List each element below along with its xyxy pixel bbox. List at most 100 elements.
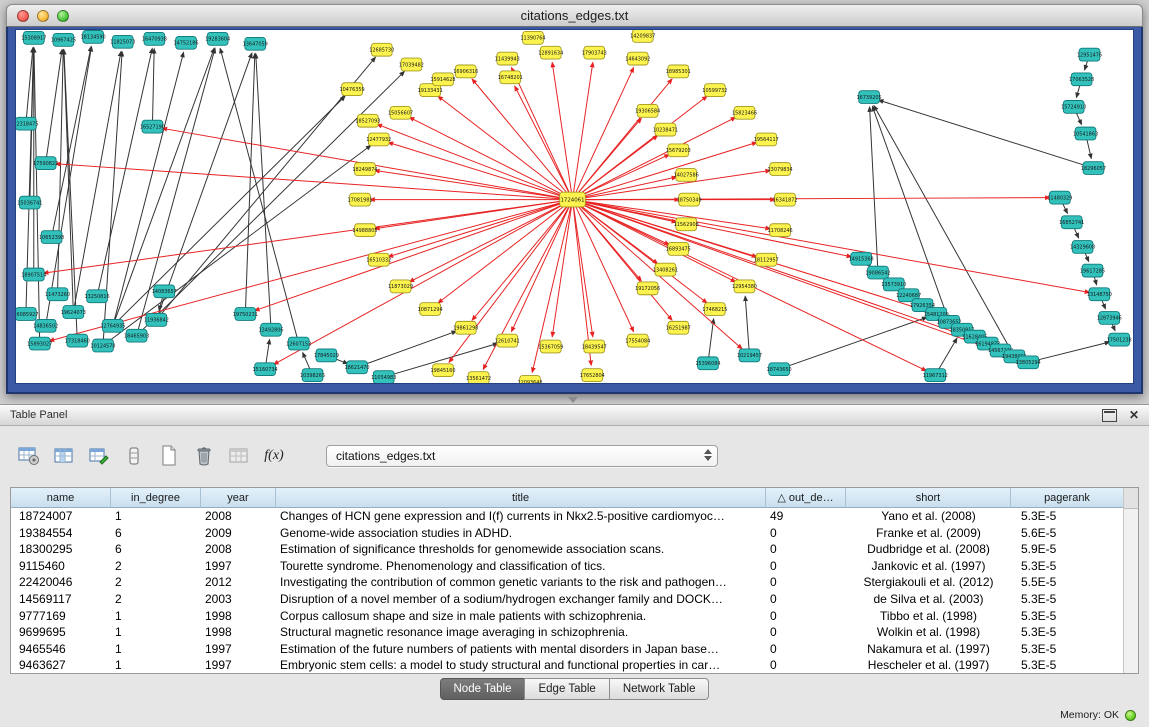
svg-text:16893475: 16893475 <box>666 247 691 253</box>
table-row[interactable]: 911546021997Tourette syndrome. Phenomeno… <box>11 558 1124 575</box>
svg-text:17081981: 17081981 <box>347 197 372 203</box>
svg-text:12610741: 12610741 <box>495 338 520 344</box>
table-cell: 9699695 <box>11 624 111 641</box>
table-row[interactable]: 969969511998Structural magnetic resonanc… <box>11 624 1124 641</box>
svg-text:12685730: 12685730 <box>369 48 394 54</box>
table-cell: de Silva et al. (2003) <box>846 591 1011 608</box>
function-builder-icon[interactable]: f(x) <box>261 443 287 469</box>
import-table-icon[interactable] <box>226 443 252 469</box>
svg-text:14083657: 14083657 <box>152 289 177 295</box>
column-header[interactable]: short <box>846 488 1011 508</box>
table-row[interactable]: 946362711997Embryonic stem cells: a mode… <box>11 657 1124 674</box>
table-row[interactable]: 946554611997Estimation of the future num… <box>11 641 1124 658</box>
svg-text:13647059: 13647059 <box>243 42 268 48</box>
delete-icon[interactable] <box>191 443 217 469</box>
table-panel: Table Panel ✕ <box>0 404 1149 727</box>
memory-status-indicator <box>1125 710 1136 721</box>
network-canvas[interactable]: 1724061162519871755408418439547153670591… <box>15 29 1134 384</box>
table-cell: 5.9E-5 <box>1011 541 1124 558</box>
svg-text:12318475: 12318475 <box>15 121 38 127</box>
table-row[interactable]: 977716911998Corpus callosum shape and si… <box>11 608 1124 625</box>
table-cell: Hescheler et al. (1997) <box>846 657 1011 674</box>
table-cell: Investigating the contribution of common… <box>276 574 766 591</box>
svg-text:18296057: 18296057 <box>1081 166 1106 172</box>
table-cell: 6 <box>111 541 201 558</box>
column-header[interactable]: year <box>201 488 276 508</box>
svg-text:17554084: 17554084 <box>625 338 650 344</box>
table-cell: 0 <box>766 608 846 625</box>
table-cell: Dudbridge et al. (2008) <box>846 541 1011 558</box>
svg-text:13250816: 13250816 <box>85 294 110 300</box>
column-header[interactable]: pagerank <box>1011 488 1124 508</box>
table-cell: 5.3E-5 <box>1011 641 1124 658</box>
table-scrollbar[interactable] <box>1123 488 1138 673</box>
svg-text:19624073: 19624073 <box>61 310 86 316</box>
float-panel-icon[interactable] <box>1102 409 1117 422</box>
close-panel-icon[interactable]: ✕ <box>1129 409 1139 421</box>
table-cell: 0 <box>766 641 846 658</box>
table-cell: Estimation of significance thresholds fo… <box>276 541 766 558</box>
network-table-select[interactable]: citations_edges.txt <box>326 445 718 467</box>
svg-text:17903743: 17903743 <box>582 50 607 56</box>
table-cell: 5.3E-5 <box>1011 624 1124 641</box>
table-mode-icon[interactable] <box>16 443 42 469</box>
svg-text:17063528: 17063528 <box>1069 77 1094 83</box>
table-row[interactable]: 1872400712008Changes of HCN gene express… <box>11 508 1124 525</box>
column-header[interactable]: in_degree <box>111 488 201 508</box>
table-cell: Stergiakouli et al. (2012) <box>846 574 1011 591</box>
panel-title: Table Panel <box>10 409 1102 421</box>
new-file-icon[interactable] <box>156 443 182 469</box>
tab-edge-table[interactable]: Edge Table <box>524 678 609 700</box>
svg-text:13561472: 13561472 <box>466 376 491 382</box>
table-cell: 6 <box>111 525 201 542</box>
table-cell: 9463627 <box>11 657 111 674</box>
panel-resize-handle[interactable] <box>568 397 578 403</box>
column-header[interactable]: name <box>11 488 111 508</box>
svg-text:12607153: 12607153 <box>286 341 311 347</box>
show-columns-icon[interactable] <box>51 443 77 469</box>
table-row[interactable]: 2242004622012Investigating the contribut… <box>11 574 1124 591</box>
table-cell: 18724007 <box>11 508 111 525</box>
table-row[interactable]: 1456911722003Disruption of a novel membe… <box>11 591 1124 608</box>
table-cell: 5.3E-5 <box>1011 508 1124 525</box>
svg-text:11708246: 11708246 <box>768 228 793 234</box>
table-cell: 0 <box>766 574 846 591</box>
svg-text:18907514: 18907514 <box>21 272 46 278</box>
table-cell: 2 <box>111 574 201 591</box>
status-bar: Memory: OK <box>1060 709 1136 721</box>
svg-text:1724061: 1724061 <box>560 197 584 203</box>
edit-table-icon[interactable] <box>86 443 112 469</box>
table-cell: 19384554 <box>11 525 111 542</box>
table-cell: Changes of HCN gene expression and I(f) … <box>276 508 766 525</box>
close-window-button[interactable] <box>17 10 29 22</box>
svg-text:13148750: 13148750 <box>1087 292 1112 298</box>
tab-node-table[interactable]: Node Table <box>440 678 526 700</box>
svg-text:10871294: 10871294 <box>418 307 443 313</box>
column-header[interactable]: △ out_de… <box>766 488 846 508</box>
table-cell: 49 <box>766 508 846 525</box>
table-row[interactable]: 1830029562008Estimation of significance … <box>11 541 1124 558</box>
table-cell: Tibbo et al. (1998) <box>846 608 1011 625</box>
tab-network-table[interactable]: Network Table <box>609 678 710 700</box>
column-icon[interactable] <box>121 443 147 469</box>
svg-text:14027586: 14027586 <box>674 173 699 179</box>
svg-text:17318460: 17318460 <box>65 338 90 344</box>
table-cell: Wolkin et al. (1998) <box>846 624 1011 641</box>
table-cell: 14569117 <box>11 591 111 608</box>
svg-text:14209837: 14209837 <box>630 34 655 40</box>
table-cell: 1 <box>111 508 201 525</box>
svg-text:16341872: 16341872 <box>773 197 798 203</box>
table-cell: Embryonic stem cells: a model to study s… <box>276 657 766 674</box>
svg-text:15160734: 15160734 <box>253 367 278 373</box>
svg-text:19306584: 19306584 <box>635 109 660 115</box>
window-titlebar[interactable]: citations_edges.txt <box>6 4 1143 27</box>
svg-text:19845160: 19845160 <box>430 368 455 374</box>
svg-text:15308917: 15308917 <box>21 36 46 42</box>
svg-text:14643092: 14643092 <box>625 56 650 62</box>
table-cell: 2003 <box>201 591 276 608</box>
svg-text:15724910: 15724910 <box>1061 105 1086 111</box>
zoom-window-button[interactable] <box>57 10 69 22</box>
table-row[interactable]: 1938455462009Genome-wide association stu… <box>11 525 1124 542</box>
minimize-window-button[interactable] <box>37 10 49 22</box>
column-header[interactable]: title <box>276 488 766 508</box>
